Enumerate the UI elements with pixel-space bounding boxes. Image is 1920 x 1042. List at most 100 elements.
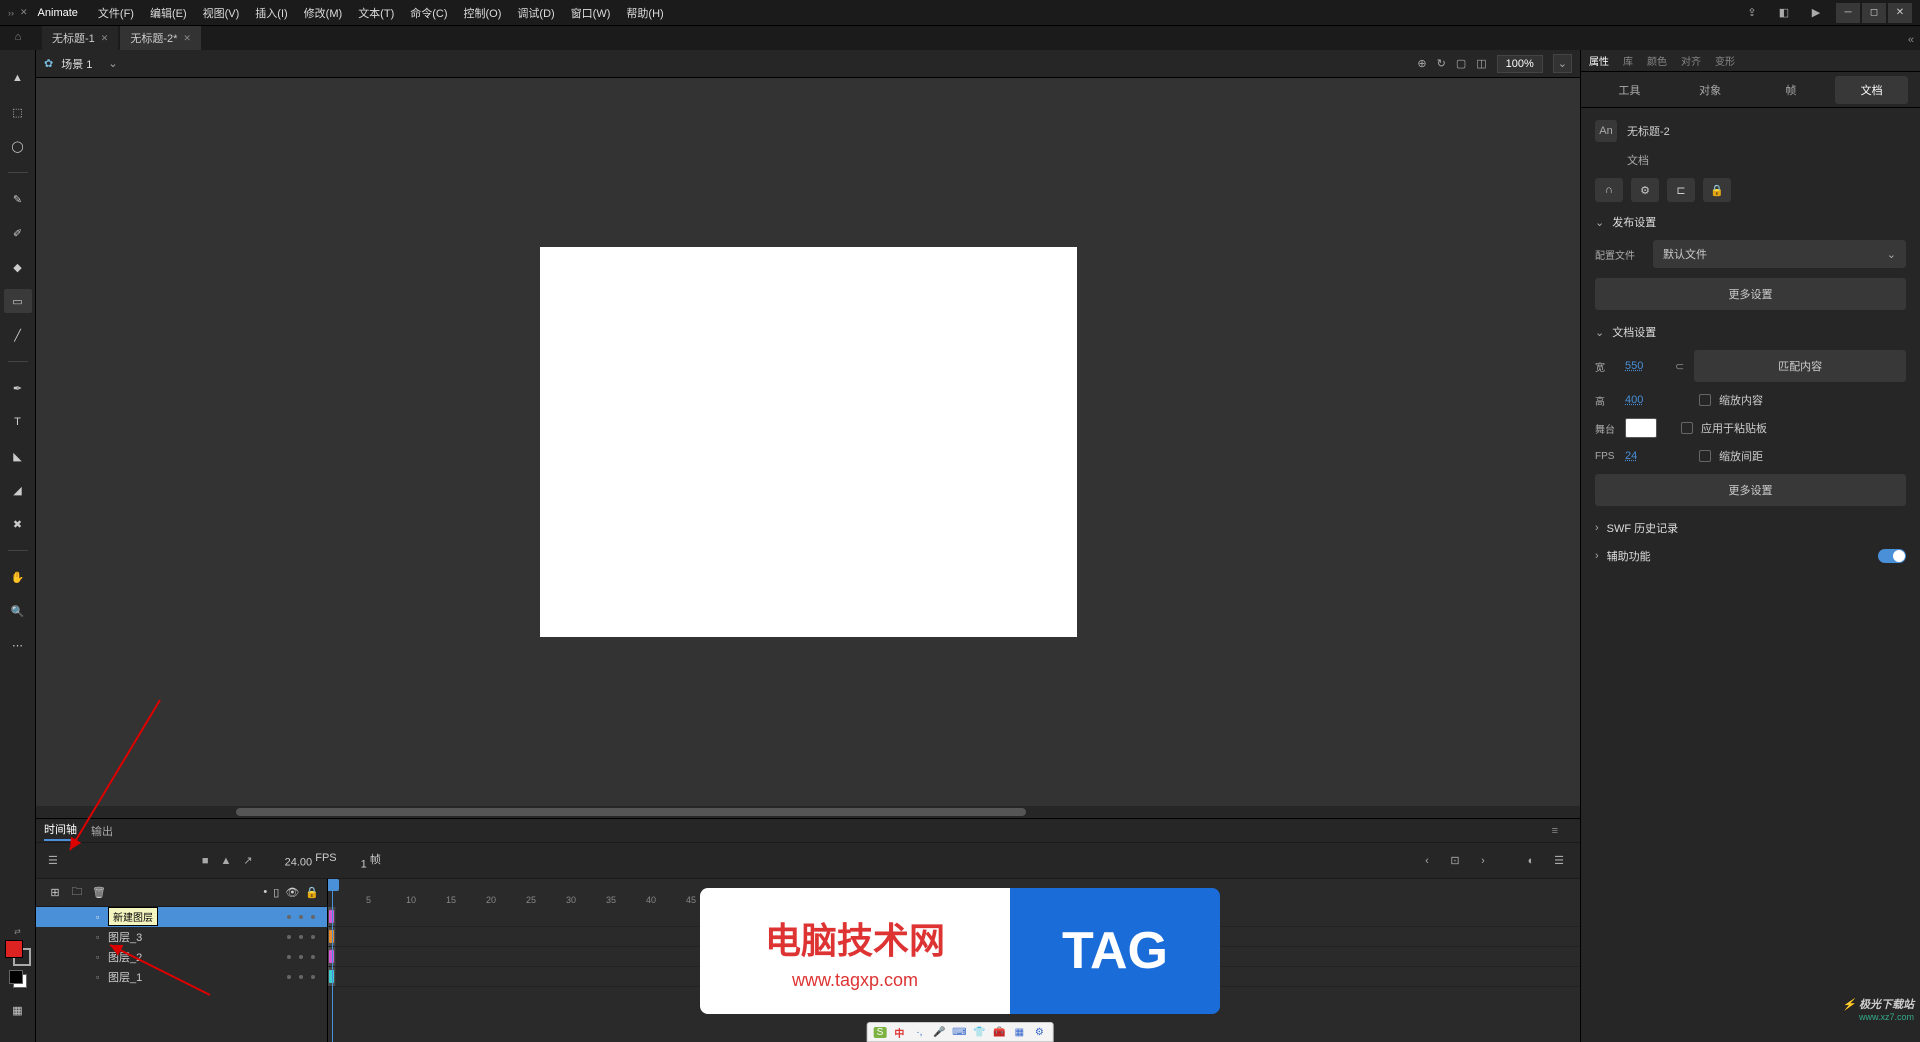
ime-voice-icon[interactable]: 🎤: [932, 1025, 946, 1039]
tab-transform[interactable]: 变形: [1715, 53, 1735, 68]
fps-input[interactable]: 24: [1625, 450, 1665, 462]
match-content-button[interactable]: 匹配内容: [1694, 350, 1906, 382]
zoom-value[interactable]: 100%: [1497, 55, 1543, 73]
eraser-tool[interactable]: ✖: [4, 512, 32, 536]
scene-name[interactable]: 场景 1: [61, 56, 92, 72]
lock-icon[interactable]: 🔒: [305, 886, 319, 899]
delete-layer-button[interactable]: 🗑: [88, 886, 110, 899]
menu-debug[interactable]: 调试(D): [517, 5, 554, 21]
paint-bucket-tool[interactable]: ◣: [4, 444, 32, 468]
tab-align[interactable]: 对齐: [1681, 53, 1701, 68]
layer-name[interactable]: 图层_3: [108, 929, 142, 945]
menu-control[interactable]: 控制(O): [464, 5, 502, 21]
panel-menu-icon[interactable]: ≡: [1552, 825, 1558, 837]
fps-value[interactable]: 24.00: [285, 857, 313, 869]
chevron-down-icon[interactable]: ⌄: [108, 57, 117, 70]
outline-icon[interactable]: ▯: [273, 886, 279, 899]
new-folder-button[interactable]: 🗀: [66, 883, 88, 902]
tab-library[interactable]: 库: [1623, 53, 1633, 68]
layers-icon[interactable]: ☰: [48, 854, 58, 867]
brush-tool[interactable]: ✎: [4, 187, 32, 211]
subtab-doc[interactable]: 文档: [1835, 76, 1908, 104]
layer-row-4[interactable]: 新建图层 ▫ 图层_4: [36, 907, 327, 927]
snap-icon[interactable]: ∩: [1595, 178, 1623, 202]
subtab-tool[interactable]: 工具: [1593, 76, 1666, 104]
pen-tool[interactable]: ✒: [4, 376, 32, 400]
menu-file[interactable]: 文件(F): [98, 5, 134, 21]
close-icon[interactable]: ✕: [101, 33, 109, 44]
more-doc-settings-button[interactable]: 更多设置: [1595, 474, 1906, 506]
swf-history-section[interactable]: › SWF 历史记录: [1595, 520, 1906, 536]
layer-depth-icon[interactable]: ▲: [221, 855, 232, 867]
layer-name[interactable]: 图层_2: [108, 949, 142, 965]
more-publish-button[interactable]: 更多设置: [1595, 278, 1906, 310]
tab-properties[interactable]: 属性: [1589, 53, 1609, 68]
ime-skin-icon[interactable]: 👕: [972, 1025, 986, 1039]
doc-tab-1[interactable]: 无标题-1 ✕: [42, 26, 118, 50]
ime-settings-icon[interactable]: ⚙: [1032, 1025, 1046, 1039]
edit-frames-icon[interactable]: ☰: [1550, 854, 1568, 867]
menu-insert[interactable]: 插入(I): [255, 5, 287, 21]
doc-settings-section[interactable]: ⌄ 文档设置: [1595, 324, 1906, 340]
zoom-dropdown[interactable]: ⌄: [1553, 54, 1572, 73]
minimize-button[interactable]: ─: [1836, 3, 1860, 23]
stage-area[interactable]: [36, 78, 1580, 806]
clip-icon[interactable]: ▢: [1456, 57, 1466, 70]
line-tool[interactable]: ╱: [4, 323, 32, 347]
center-stage-icon[interactable]: ⊕: [1417, 57, 1426, 70]
ime-toolbar[interactable]: S 中 ·, 🎤 ⌨ 👕 🧰 ▦ ⚙: [867, 1022, 1054, 1042]
current-frame[interactable]: 1: [361, 858, 367, 870]
fit-icon[interactable]: ◫: [1476, 57, 1486, 70]
ime-keyboard-icon[interactable]: ⌨: [952, 1025, 966, 1039]
workspace-icon[interactable]: ◧: [1772, 3, 1796, 23]
height-input[interactable]: 400: [1625, 394, 1665, 406]
selection-tool[interactable]: ▲: [4, 66, 32, 90]
maximize-button[interactable]: ◻: [1862, 3, 1886, 23]
close-icon[interactable]: ✕: [183, 33, 191, 44]
zoom-tool[interactable]: 🔍: [4, 599, 32, 623]
menu-edit[interactable]: 编辑(E): [150, 5, 187, 21]
hand-tool[interactable]: ✋: [4, 565, 32, 589]
layer-parent-icon[interactable]: ↗: [243, 854, 252, 867]
layer-row-3[interactable]: ▫ 图层_3: [36, 927, 327, 947]
new-layer-button[interactable]: ⊞: [44, 886, 66, 899]
insert-kf-icon[interactable]: ⊡: [1446, 854, 1464, 867]
camera-icon[interactable]: ■: [202, 855, 209, 867]
tab-output[interactable]: 输出: [91, 823, 113, 839]
horizontal-scrollbar[interactable]: [36, 806, 1580, 818]
prev-kf-icon[interactable]: ‹: [1418, 855, 1436, 867]
lock-doc-icon[interactable]: 🔒: [1703, 178, 1731, 202]
swap-colors-icon[interactable]: ▦: [4, 998, 32, 1022]
share-icon[interactable]: ⇪: [1740, 3, 1764, 23]
pencil-tool[interactable]: ✐: [4, 221, 32, 245]
crop-icon[interactable]: ⊏: [1667, 178, 1695, 202]
stage-canvas[interactable]: [540, 247, 1077, 637]
scale-content-check[interactable]: 缩放内容: [1699, 392, 1763, 408]
highlight-icon[interactable]: •: [263, 886, 267, 899]
onion-skin-icon[interactable]: ◐: [1522, 855, 1540, 867]
free-transform-tool[interactable]: ⬚: [4, 100, 32, 124]
layer-row-1[interactable]: ▫ 图层_1: [36, 967, 327, 987]
accessibility-toggle[interactable]: [1878, 549, 1906, 563]
next-kf-icon[interactable]: ›: [1474, 855, 1492, 867]
lasso-tool[interactable]: ◯: [4, 134, 32, 158]
visibility-icon[interactable]: 👁: [285, 886, 299, 899]
home-icon[interactable]: ⌂: [0, 26, 36, 48]
layer-row-2[interactable]: ▫ 图层_2: [36, 947, 327, 967]
width-input[interactable]: 550: [1625, 360, 1665, 372]
ime-punct-icon[interactable]: ·,: [912, 1025, 926, 1039]
menu-window[interactable]: 窗口(W): [571, 5, 611, 21]
rectangle-tool[interactable]: ▭: [4, 289, 32, 313]
more-tools[interactable]: ⋯: [4, 633, 32, 657]
scale-spacing-check[interactable]: 缩放间距: [1699, 448, 1763, 464]
stage-color-swatch[interactable]: [1625, 418, 1657, 438]
ime-toolbox-icon[interactable]: 🧰: [992, 1025, 1006, 1039]
subtab-frame[interactable]: 帧: [1755, 76, 1828, 104]
eyedropper-tool[interactable]: ◢: [4, 478, 32, 502]
tab-timeline[interactable]: 时间轴: [44, 821, 77, 841]
publish-section[interactable]: ⌄ 发布设置: [1595, 214, 1906, 230]
apply-pasteboard-check[interactable]: 应用于粘贴板: [1681, 420, 1767, 436]
menu-help[interactable]: 帮助(H): [626, 5, 663, 21]
profile-select[interactable]: 默认文件 ⌄: [1653, 240, 1906, 268]
rotate-icon[interactable]: ↻: [1437, 57, 1446, 70]
